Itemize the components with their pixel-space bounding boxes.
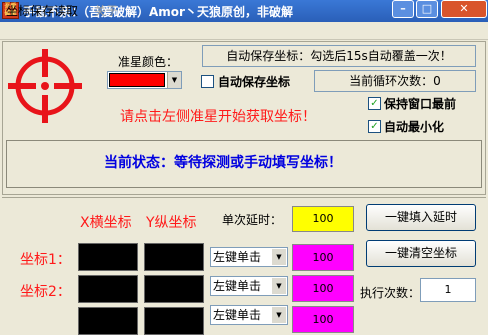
keep-top-label[interactable]: 保持窗口最前 <box>384 95 456 112</box>
autosave-hint: 自动保存坐标：勾选后15s自动覆盖一次！ <box>202 45 476 67</box>
auto-minimize-label[interactable]: 自动最小化 <box>384 118 444 135</box>
coord-3-y-input[interactable] <box>144 307 204 335</box>
status-text: 当前状态：等待探测或手动填写坐标！ <box>104 155 342 171</box>
chevron-down-icon[interactable]: ▼ <box>272 249 286 265</box>
menu-coord-save-load[interactable]: 坐标保存读取 <box>6 2 78 19</box>
coord-3-action-select[interactable]: 左键单击 ▼ <box>210 305 288 325</box>
auto-minimize-checkbox[interactable]: ✓ <box>368 120 381 133</box>
coord-3-delay-input[interactable]: 100 <box>292 306 354 333</box>
autosave-label[interactable]: 自动保存坐标 <box>218 73 290 90</box>
menu-bar <box>0 22 488 40</box>
coord-1-action-value: 左键单击 <box>213 250 262 264</box>
delay-label: 单次延时： <box>222 213 283 227</box>
maximize-button[interactable]: □ <box>416 0 438 18</box>
coord-1-action-select[interactable]: 左键单击 ▼ <box>210 247 288 267</box>
coord-1-x-input[interactable] <box>78 243 138 271</box>
menu-about[interactable]: 关于 <box>94 2 118 19</box>
coord-1-label: 坐标1： <box>20 252 71 268</box>
chevron-down-icon[interactable]: ▼ <box>272 278 286 294</box>
x-coord-header: X横坐标 <box>80 215 132 231</box>
chevron-down-icon[interactable]: ▼ <box>272 307 286 323</box>
exec-count-label: 执行次数： <box>360 286 421 300</box>
crosshair-color-label: 准星颜色： <box>118 55 179 69</box>
delay-input[interactable]: 100 <box>292 206 354 232</box>
coord-3-action-value: 左键单击 <box>213 308 262 322</box>
minimize-button[interactable]: – <box>392 0 414 18</box>
coord-2-action-select[interactable]: 左键单击 ▼ <box>210 276 288 296</box>
coord-1-delay-input[interactable]: 100 <box>292 244 354 271</box>
autosave-checkbox[interactable] <box>201 75 214 88</box>
coord-1-y-input[interactable] <box>144 243 204 271</box>
coord-2-action-value: 左键单击 <box>213 279 262 293</box>
coord-3-x-input[interactable] <box>78 307 138 335</box>
coord-2-label: 坐标2： <box>20 284 71 300</box>
coord-2-x-input[interactable] <box>78 275 138 303</box>
close-button[interactable]: ✕ <box>441 0 487 18</box>
coord-2-delay-input[interactable]: 100 <box>292 275 354 302</box>
loop-count-display: 当前循环次数：0 <box>314 70 476 92</box>
crosshair-color-swatch <box>109 73 165 87</box>
keep-top-checkbox[interactable]: ✓ <box>368 97 381 110</box>
fill-delay-button[interactable]: 一键填入延时 <box>366 204 476 231</box>
crosshair-icon[interactable] <box>6 47 84 125</box>
y-coord-header: Y纵坐标 <box>146 215 197 231</box>
clear-coords-button[interactable]: 一键清空坐标 <box>366 240 476 267</box>
start-hint: 请点击左侧准星开始获取坐标！ <box>120 109 316 125</box>
chevron-down-icon[interactable]: ▼ <box>167 72 181 88</box>
exec-count-input[interactable]: 1 <box>420 278 476 302</box>
coord-2-y-input[interactable] <box>144 275 204 303</box>
